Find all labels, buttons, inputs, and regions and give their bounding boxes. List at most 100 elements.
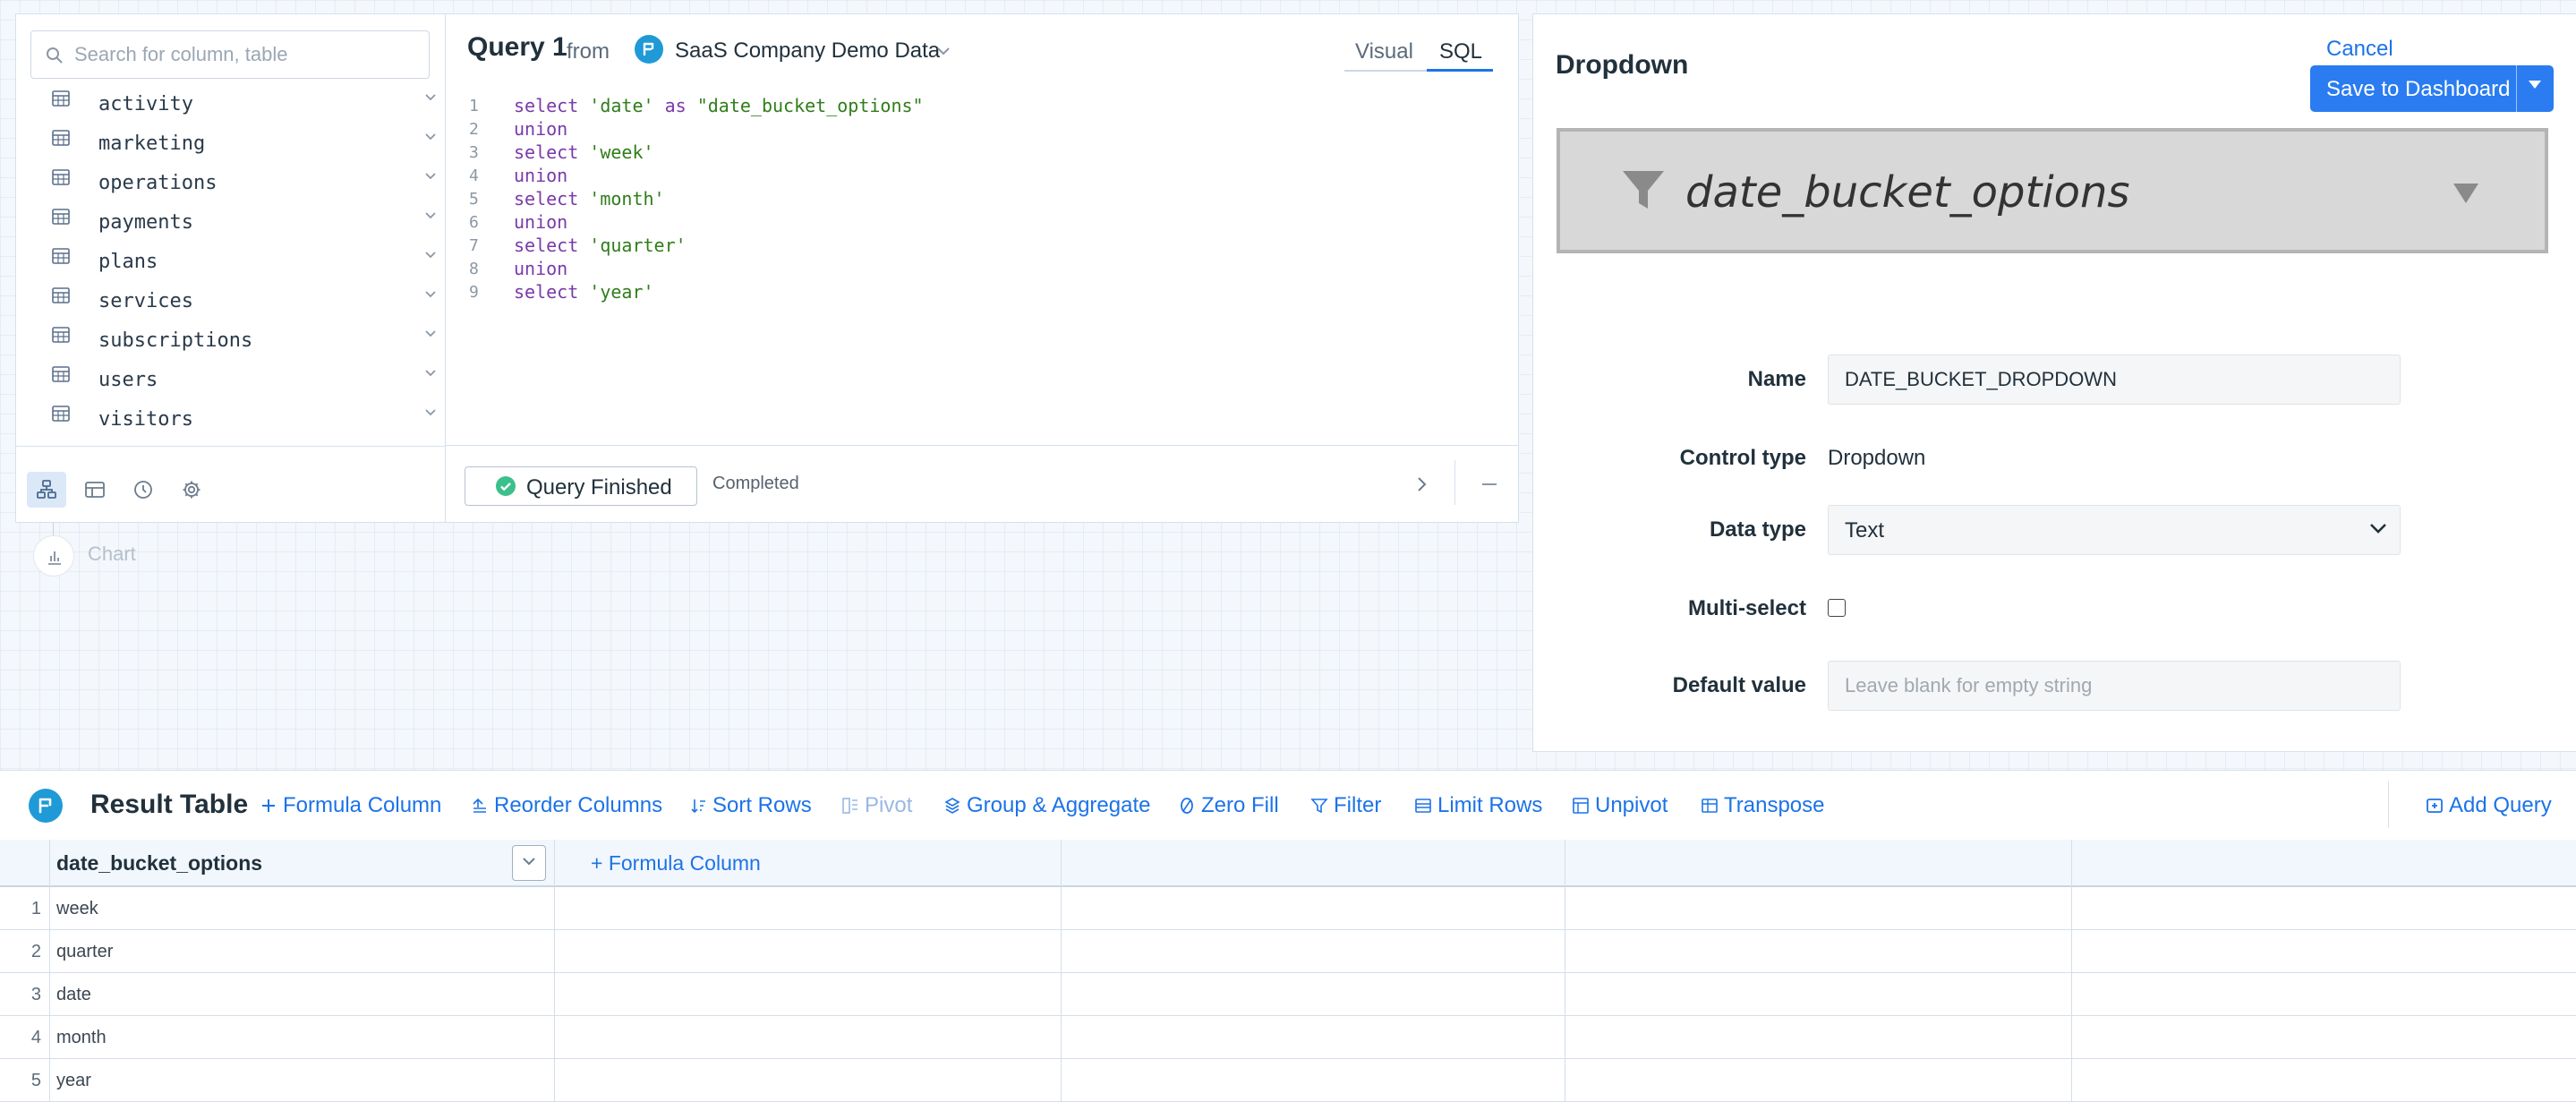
formula-column-button[interactable]: Formula Column [260,793,441,818]
tab-visual[interactable]: Visual [1344,30,1427,72]
group-aggregate-button[interactable]: Group & Aggregate [943,793,1150,818]
table-cell[interactable]: year [56,1071,91,1091]
plus-icon [262,799,275,812]
table-item[interactable]: marketing [52,125,437,165]
tab-sql-label: SQL [1439,39,1483,64]
control-panel: Dropdown Cancel Save to Dashboard date_b… [1532,13,2576,752]
history-button[interactable] [124,472,163,508]
row-number: 1 [30,899,41,918]
unpivot-button[interactable]: Unpivot [1572,793,1668,818]
row-number: 4 [30,1028,41,1047]
schema-tree-button[interactable] [27,472,66,508]
table-name: subscriptions [98,329,253,352]
chevron-down-icon[interactable] [424,408,437,417]
line-number: 8 [469,260,479,278]
sql-keyword: select [514,281,590,303]
table-item[interactable]: payments [52,204,437,243]
default-value-input[interactable] [1828,661,2401,711]
limit-rows-button[interactable]: Limit Rows [1414,793,1542,818]
table-item[interactable]: activity [52,86,437,125]
chevron-down-icon[interactable] [424,251,437,260]
column-header-date-bucket-options[interactable]: date_bucket_options [56,851,262,876]
code-text: select 'week' [514,141,654,163]
table-item[interactable]: services [52,283,437,322]
cancel-button[interactable]: Cancel [2326,37,2393,62]
name-input[interactable] [1828,355,2401,405]
sql-keyword: as [653,95,697,116]
code-line: 7 select 'quarter' [446,235,1502,258]
column-menu-button[interactable] [512,845,546,881]
save-to-dashboard-button[interactable]: Save to Dashboard [2310,65,2554,112]
sql-string: 'date' [589,95,654,116]
row-divider [0,929,2576,930]
code-text: union [514,211,567,233]
schema-search[interactable] [30,30,430,79]
table-cell[interactable]: quarter [56,942,113,962]
chevron-down-icon[interactable] [936,47,951,56]
table-name: marketing [98,132,206,155]
chevron-down-icon[interactable] [424,290,437,299]
data-type-select[interactable]: Text [1828,505,2401,555]
table-cell[interactable]: week [56,899,98,919]
table-item[interactable]: users [52,362,437,401]
sort-rows-button[interactable]: Sort Rows [689,793,812,818]
table-item[interactable]: visitors [52,401,437,440]
query-title: Query 1 [467,32,567,62]
collapse-icon[interactable] [1482,483,1497,485]
table-item[interactable]: operations [52,165,437,204]
table-cell[interactable]: month [56,1028,107,1048]
table-icon [52,248,70,264]
result-grid: date_bucket_options + Formula Column 1 we… [0,840,2576,1102]
add-query-label: Add Query [2449,793,2552,817]
row-divider [0,1058,2576,1059]
grid-header-row: date_bucket_options + Formula Column [0,840,2576,887]
chevron-down-icon[interactable] [424,369,437,378]
tab-sql[interactable]: SQL [1427,30,1493,72]
line-number: 5 [469,190,479,209]
caret-down-icon [2529,81,2541,89]
table-item[interactable]: plans [52,243,437,283]
group-aggregate-label: Group & Aggregate [967,793,1151,817]
datasource-select[interactable]: SaaS Company Demo Data [675,38,940,64]
multi-select-checkbox[interactable] [1828,599,1846,617]
query-status-button[interactable]: Query Finished [465,466,697,506]
table-item[interactable]: subscriptions [52,322,437,362]
settings-button[interactable] [172,472,211,508]
table-view-button[interactable] [75,472,115,508]
sql-keyword: select [514,95,590,116]
search-input[interactable] [73,31,422,78]
dropdown-preview[interactable]: date_bucket_options [1557,128,2548,253]
limit-rows-label: Limit Rows [1437,793,1543,817]
add-query-button[interactable]: Add Query [2426,793,2552,818]
chevron-down-icon[interactable] [424,172,437,181]
line-number: 7 [469,236,479,255]
chevron-right-icon[interactable] [1416,476,1427,492]
save-options-toggle[interactable] [2516,65,2554,112]
table-icon [52,327,70,343]
sql-string: 'week' [589,141,654,163]
chevron-down-icon[interactable] [424,329,437,338]
table-name: services [98,290,193,312]
pivot-button[interactable]: Pivot [841,793,912,818]
row-divider [0,1015,2576,1016]
filter-button[interactable]: Filter [1310,793,1381,818]
chevron-down-icon[interactable] [424,211,437,220]
limit-icon [1415,799,1431,813]
reorder-columns-button[interactable]: Reorder Columns [471,793,662,818]
add-query-icon [2427,799,2443,813]
formula-column-header-button[interactable]: + Formula Column [591,851,761,876]
zero-fill-button[interactable]: Zero Fill [1178,793,1279,818]
code-line: 8 union [446,258,1502,281]
chevron-down-icon[interactable] [424,132,437,141]
transpose-button[interactable]: Transpose [1701,793,1825,818]
formula-column-label: Formula Column [283,793,442,817]
control-type-value: Dropdown [1828,446,1926,470]
table-icon [85,482,105,498]
table-cell[interactable]: date [56,985,91,1005]
chevron-down-icon[interactable] [424,93,437,102]
check-circle-icon [496,476,516,496]
code-text: select 'year' [514,281,654,303]
sql-editor[interactable]: 1 select 'date' as "date_bucket_options" 2… [446,95,1502,304]
divider [1454,460,1455,505]
sql-keyword: union [514,258,568,279]
